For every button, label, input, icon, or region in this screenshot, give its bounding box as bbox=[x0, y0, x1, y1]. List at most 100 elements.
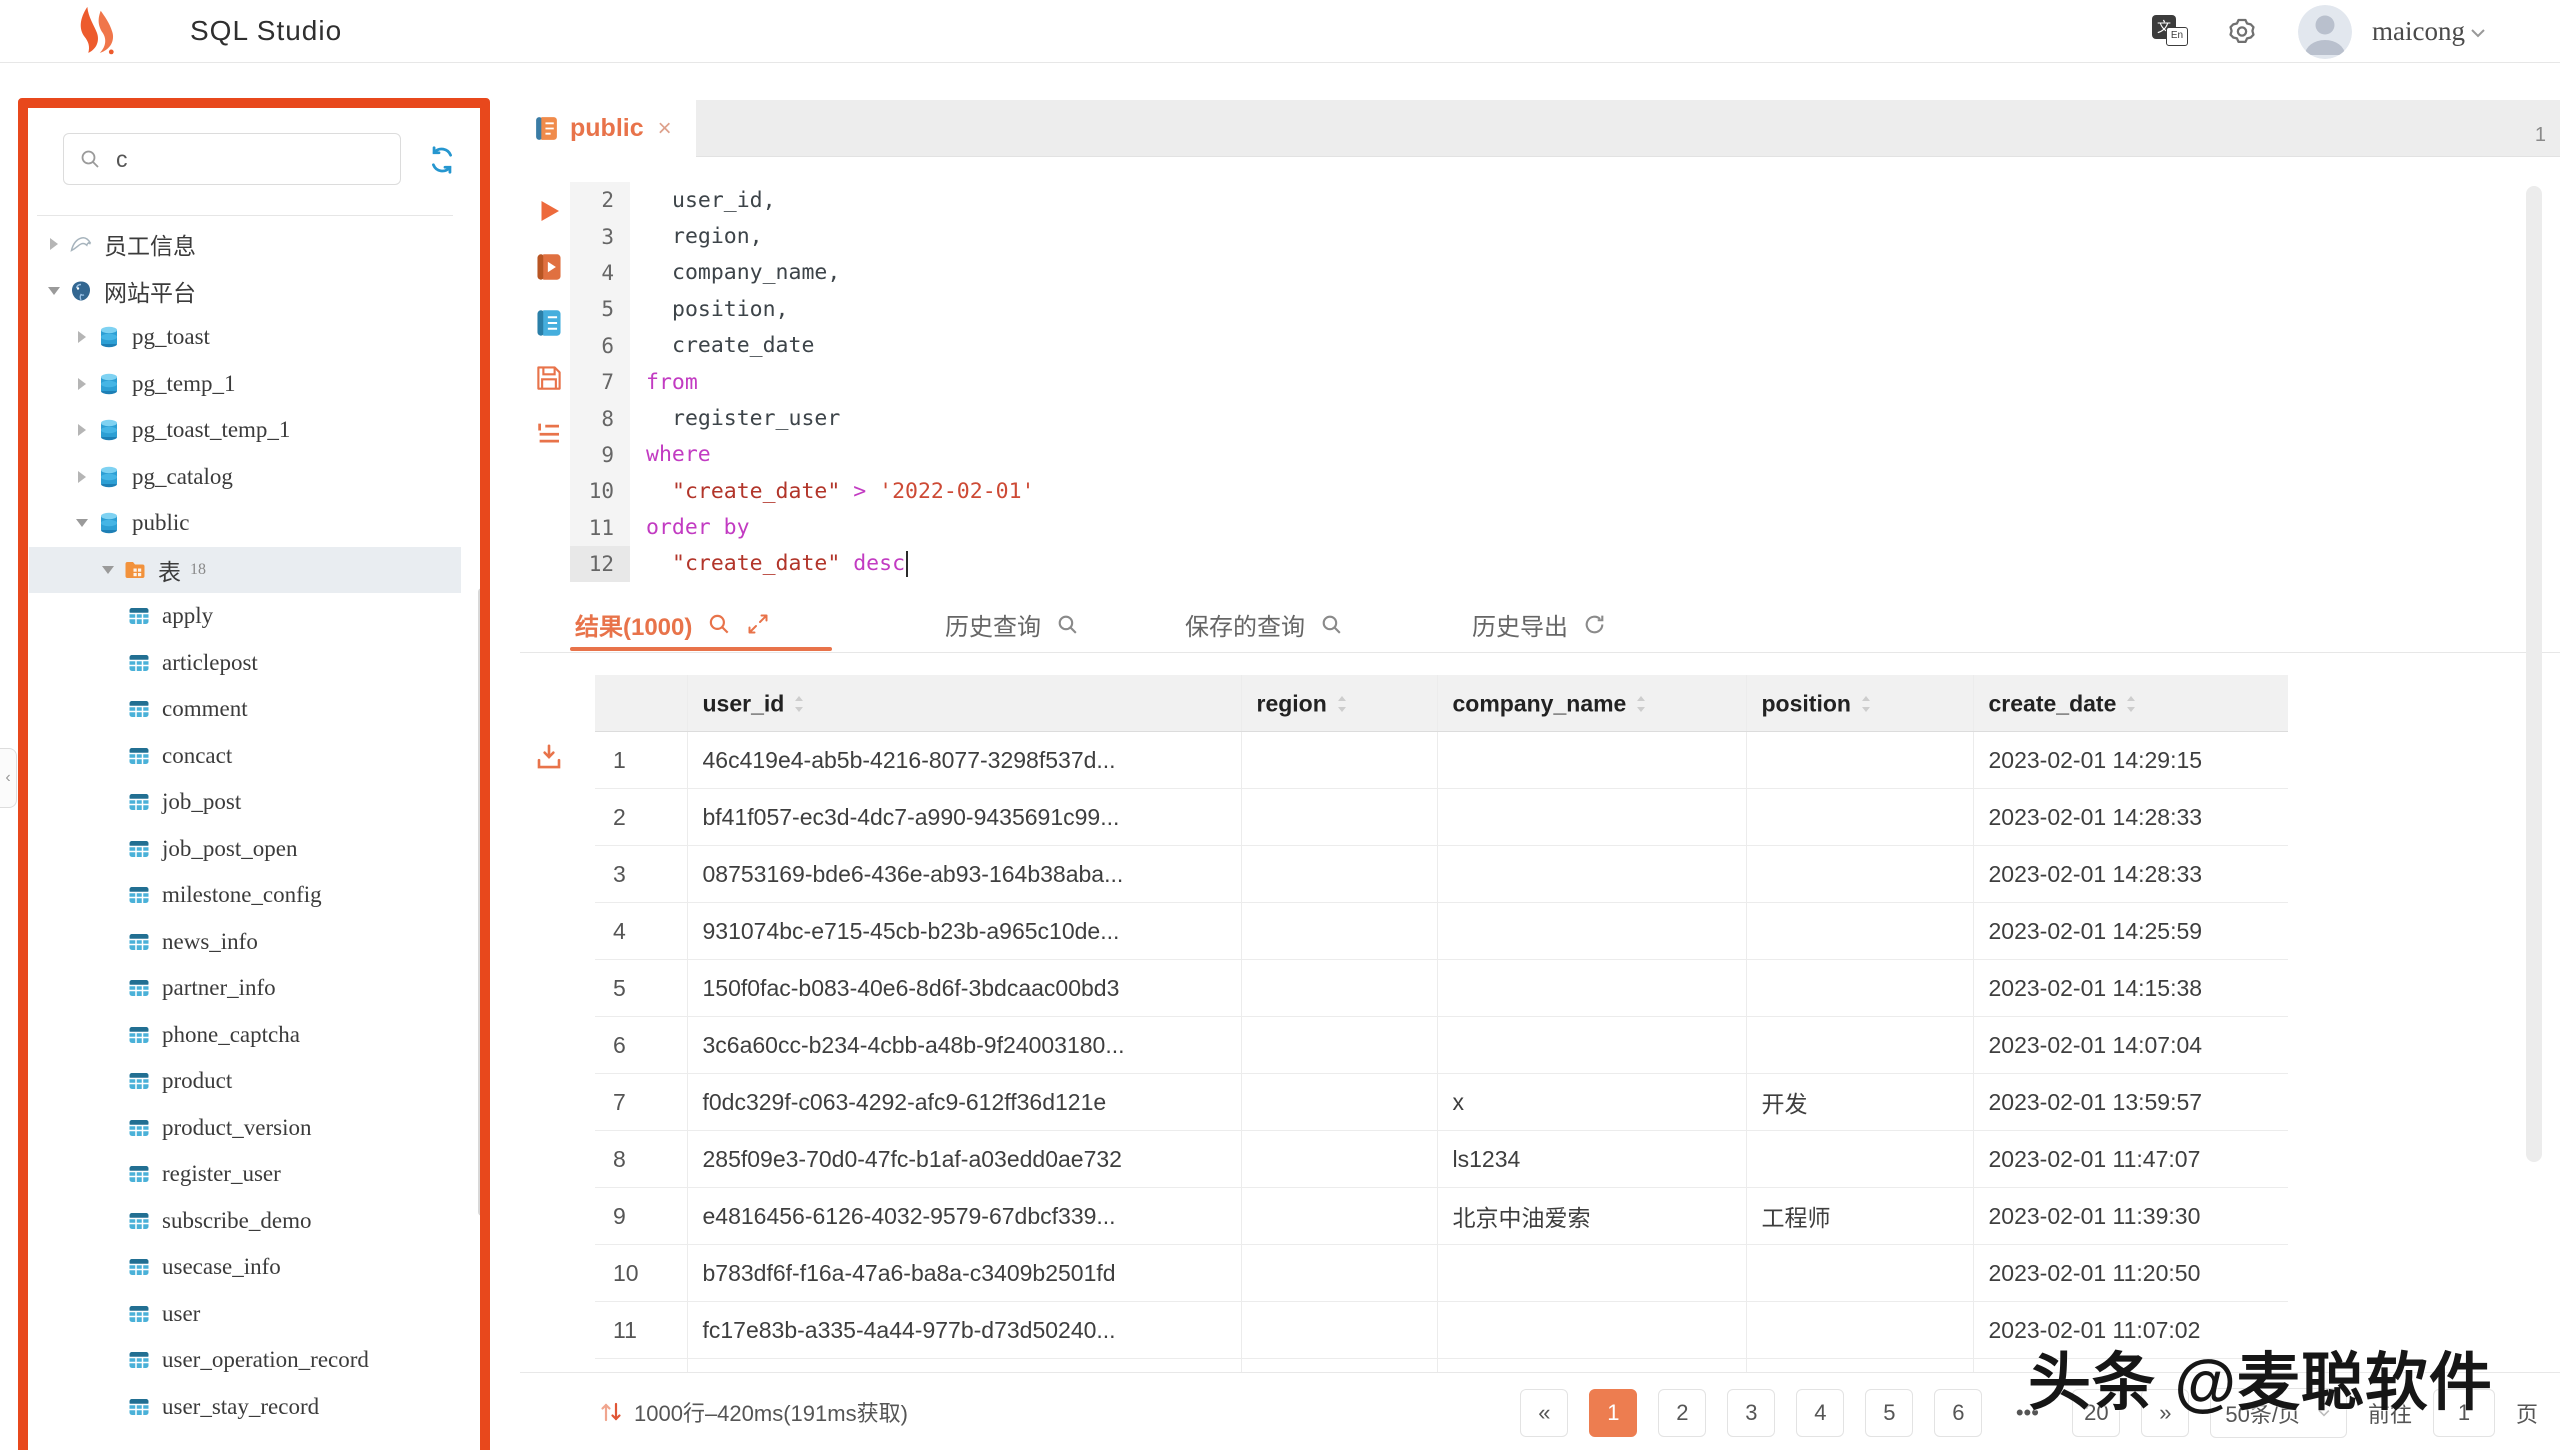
table-row[interactable]: 7 f0dc329f-c063-4292-afc9-612ff36d121e x… bbox=[595, 1074, 2288, 1131]
cell-company-name[interactable]: 北京中油爱索 bbox=[1437, 1188, 1746, 1245]
sidebar-item-table[interactable]: milestone_config bbox=[29, 872, 461, 919]
tab-export-history[interactable]: 历史导出 bbox=[1472, 600, 1607, 648]
cell-company-name[interactable] bbox=[1437, 789, 1746, 846]
column-header[interactable]: region bbox=[1241, 675, 1437, 732]
prev-page-button[interactable]: « bbox=[1520, 1389, 1568, 1437]
sidebar-item-table[interactable]: concact bbox=[29, 733, 461, 780]
code-line[interactable]: 9where bbox=[570, 437, 1034, 473]
close-icon[interactable]: × bbox=[658, 117, 672, 141]
table-row[interactable]: 10 b783df6f-f16a-47a6-ba8a-c3409b2501fd … bbox=[595, 1245, 2288, 1302]
column-header[interactable]: create_date bbox=[1973, 675, 2288, 732]
page-button[interactable]: 6 bbox=[1934, 1389, 1982, 1437]
cell-position[interactable] bbox=[1746, 903, 1973, 960]
cell-user-id[interactable]: f0dc329f-c063-4292-afc9-612ff36d121e bbox=[687, 1074, 1241, 1131]
chevron-down-icon[interactable] bbox=[97, 559, 119, 581]
run-script-icon[interactable] bbox=[534, 252, 564, 282]
search-icon[interactable] bbox=[1055, 612, 1080, 637]
expand-icon[interactable] bbox=[746, 612, 770, 636]
cell-user-id[interactable]: 285f09e3-70d0-47fc-b1af-a03edd0ae732 bbox=[687, 1131, 1241, 1188]
cell-company-name[interactable]: x bbox=[1437, 1074, 1746, 1131]
cell-region[interactable] bbox=[1241, 1017, 1437, 1074]
cell-region[interactable] bbox=[1241, 1131, 1437, 1188]
code-line[interactable]: 10"create_date" > '2022-02-01' bbox=[570, 473, 1034, 509]
sidebar-item-table[interactable]: job_post_open bbox=[29, 826, 461, 873]
chevron-right-icon[interactable] bbox=[71, 326, 93, 348]
cell-create-date[interactable]: 2023-02-01 14:28:33 bbox=[1973, 846, 2288, 903]
table-row[interactable]: 8 285f09e3-70d0-47fc-b1af-a03edd0ae732 l… bbox=[595, 1131, 2288, 1188]
tab-results[interactable]: 结果(1000) bbox=[575, 600, 770, 648]
cell-company-name[interactable] bbox=[1437, 1245, 1746, 1302]
sidebar-item-table[interactable]: partner_info bbox=[29, 965, 461, 1012]
cell-company-name[interactable] bbox=[1437, 1302, 1746, 1359]
table-row[interactable]: 1 46c419e4-ab5b-4216-8077-3298f537d... 2… bbox=[595, 732, 2288, 789]
cell-company-name[interactable]: ls1234 bbox=[1437, 1131, 1746, 1188]
cell-company-name[interactable] bbox=[1437, 732, 1746, 789]
cell-user-id[interactable]: bf41f057-ec3d-4dc7-a990-9435691c99... bbox=[687, 789, 1241, 846]
cell-user-id[interactable]: 150f0fac-b083-40e6-8d6f-3bdcaac00bd3 bbox=[687, 960, 1241, 1017]
cell-position[interactable] bbox=[1746, 846, 1973, 903]
cell-position[interactable]: 开发 bbox=[1746, 1074, 1973, 1131]
cell-position[interactable] bbox=[1746, 732, 1973, 789]
cell-position[interactable] bbox=[1746, 1302, 1973, 1359]
search-input[interactable] bbox=[114, 145, 358, 174]
column-header[interactable]: position bbox=[1746, 675, 1973, 732]
execution-plan-icon[interactable] bbox=[534, 418, 564, 448]
code-line-current[interactable]: 12"create_date" desc bbox=[570, 546, 1034, 582]
table-row[interactable]: 5 150f0fac-b083-40e6-8d6f-3bdcaac00bd3 2… bbox=[595, 960, 2288, 1017]
table-row[interactable]: 6 3c6a60cc-b234-4cbb-a48b-9f24003180... … bbox=[595, 1017, 2288, 1074]
user-avatar[interactable] bbox=[2298, 5, 2352, 59]
cell-user-id[interactable]: 931074bc-e715-45cb-b23b-a965c10de... bbox=[687, 903, 1241, 960]
username[interactable]: maicong bbox=[2372, 0, 2465, 62]
sidebar-item-table[interactable]: user_stay_record bbox=[29, 1384, 461, 1431]
sidebar-item-table[interactable]: news_info bbox=[29, 919, 461, 966]
sidebar-item-table[interactable]: articlepost bbox=[29, 640, 461, 687]
sidebar-collapse-handle[interactable]: ‹ bbox=[0, 748, 17, 808]
code-line[interactable]: 4company_name, bbox=[570, 255, 1034, 291]
cell-position[interactable] bbox=[1746, 789, 1973, 846]
cell-region[interactable] bbox=[1241, 1074, 1437, 1131]
cell-region[interactable] bbox=[1241, 732, 1437, 789]
table-row[interactable]: 2 bf41f057-ec3d-4dc7-a990-9435691c99... … bbox=[595, 789, 2288, 846]
cell-region[interactable] bbox=[1241, 1245, 1437, 1302]
cell-create-date[interactable]: 2023-02-01 14:28:33 bbox=[1973, 789, 2288, 846]
format-sql-icon[interactable] bbox=[534, 308, 564, 338]
sort-icon[interactable] bbox=[792, 692, 806, 716]
cell-region[interactable] bbox=[1241, 1188, 1437, 1245]
code-line[interactable]: 5position, bbox=[570, 291, 1034, 327]
cell-region[interactable] bbox=[1241, 1302, 1437, 1359]
tab-public[interactable]: public × bbox=[520, 100, 696, 157]
cell-user-id[interactable]: fc17e83b-a335-4a44-977b-d73d50240... bbox=[687, 1302, 1241, 1359]
page-button[interactable]: 4 bbox=[1796, 1389, 1844, 1437]
cell-region[interactable] bbox=[1241, 960, 1437, 1017]
cell-user-id[interactable]: 46c419e4-ab5b-4216-8077-3298f537d... bbox=[687, 732, 1241, 789]
cell-position[interactable] bbox=[1746, 1131, 1973, 1188]
table-row[interactable]: 9 e4816456-6126-4032-9579-67dbcf339... 北… bbox=[595, 1188, 2288, 1245]
sidebar-item-table[interactable]: product bbox=[29, 1058, 461, 1105]
cell-company-name[interactable] bbox=[1437, 1017, 1746, 1074]
chevron-down-icon[interactable] bbox=[2468, 23, 2488, 43]
sort-icon[interactable] bbox=[1335, 692, 1349, 716]
refresh-icon[interactable] bbox=[1582, 612, 1607, 637]
code-line[interactable]: 8register_user bbox=[570, 400, 1034, 436]
search-icon[interactable] bbox=[1319, 612, 1344, 637]
chevron-down-icon[interactable] bbox=[43, 280, 65, 302]
cell-create-date[interactable]: 2023-02-01 14:25:59 bbox=[1973, 903, 2288, 960]
refresh-icon[interactable] bbox=[427, 145, 457, 175]
sidebar-item-table[interactable]: user_operation_record bbox=[29, 1337, 461, 1384]
sidebar-item-schema[interactable]: pg_toast_temp_1 bbox=[29, 407, 461, 454]
cell-region[interactable] bbox=[1241, 903, 1437, 960]
tab-saved-queries[interactable]: 保存的查询 bbox=[1185, 600, 1344, 648]
cell-company-name[interactable] bbox=[1437, 846, 1746, 903]
sort-icon[interactable] bbox=[1859, 692, 1873, 716]
cell-create-date[interactable]: 2023-02-01 11:20:50 bbox=[1973, 1245, 2288, 1302]
table-row[interactable]: 3 08753169-bde6-436e-ab93-164b38aba... 2… bbox=[595, 846, 2288, 903]
code-line[interactable]: 7from bbox=[570, 364, 1034, 400]
sidebar-item-table[interactable]: comment bbox=[29, 686, 461, 733]
sidebar-item-table[interactable]: product_version bbox=[29, 1105, 461, 1152]
cell-position[interactable] bbox=[1746, 1017, 1973, 1074]
column-header[interactable]: company_name bbox=[1437, 675, 1746, 732]
sidebar-search-box[interactable] bbox=[63, 133, 401, 185]
page-button[interactable]: 2 bbox=[1658, 1389, 1706, 1437]
cell-region[interactable] bbox=[1241, 846, 1437, 903]
cell-company-name[interactable] bbox=[1437, 960, 1746, 1017]
